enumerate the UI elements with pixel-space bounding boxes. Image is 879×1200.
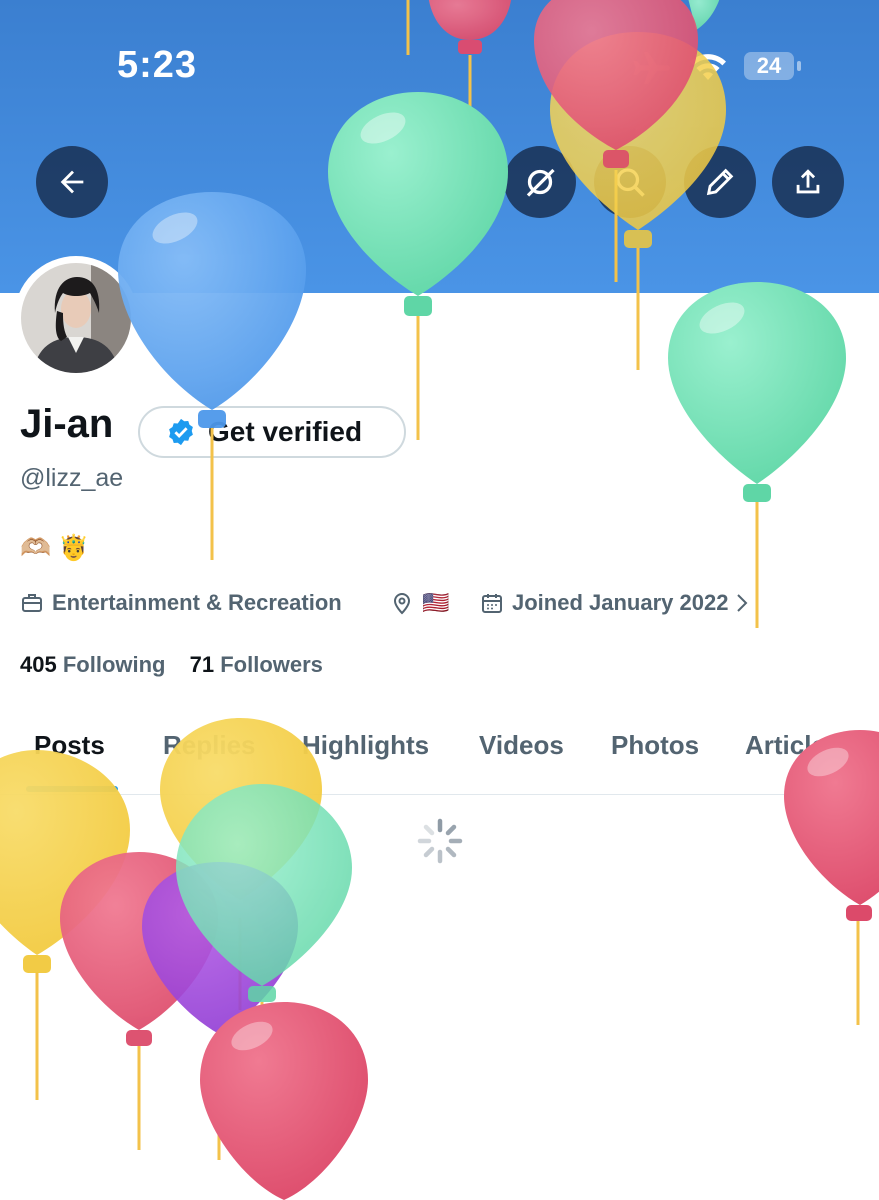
tab-photos[interactable]: Photos — [611, 730, 699, 761]
wifi-icon — [690, 54, 726, 80]
profile-bio: 🫶🏼 🤴 — [20, 534, 90, 562]
loading-spinner-icon — [417, 818, 463, 864]
airplane-icon — [633, 52, 670, 84]
back-button[interactable] — [36, 146, 108, 218]
share-icon — [796, 169, 820, 194]
profile-location: 🇺🇸 — [390, 588, 449, 618]
followers-link[interactable]: 71 Followers — [190, 652, 323, 677]
following-link[interactable]: 405 Following — [20, 652, 166, 677]
briefcase-icon — [22, 594, 42, 612]
location-label: 🇺🇸 — [422, 590, 450, 615]
battery-indicator: 24 — [744, 52, 794, 80]
chevron-right-icon — [737, 594, 748, 612]
profile-tabs: Posts Replies Highlights Videos Photos A… — [0, 722, 879, 795]
status-icons: 24 — [632, 48, 812, 88]
edit-icon — [706, 168, 734, 196]
get-verified-button[interactable]: Get verified — [138, 406, 406, 458]
calendar-icon — [482, 594, 502, 613]
profile-category: Entertainment & Recreation — [20, 588, 342, 618]
avatar-photo — [21, 263, 131, 373]
profile-handle: @lizz_ae — [20, 464, 124, 492]
status-time: 5:23 — [117, 44, 198, 86]
following-label: Following — [62, 652, 166, 677]
search-icon — [616, 168, 645, 197]
following-count: 405 — [20, 652, 57, 677]
follow-counts: 405 Following 71 Followers — [20, 652, 323, 678]
grok-icon — [526, 168, 555, 197]
avatar[interactable] — [14, 256, 138, 380]
tab-articles[interactable]: Articles — [745, 730, 840, 761]
share-button[interactable] — [772, 146, 844, 218]
search-button[interactable] — [594, 146, 666, 218]
get-verified-label: Get verified — [208, 416, 363, 447]
verified-badge-icon — [169, 418, 193, 446]
edit-button[interactable] — [684, 146, 756, 218]
active-tab-indicator — [26, 786, 118, 792]
followers-count: 71 — [189, 652, 215, 677]
tab-highlights[interactable]: Highlights — [302, 730, 429, 761]
profile-joined[interactable]: Joined January 2022 — [480, 588, 750, 618]
tab-posts[interactable]: Posts — [34, 730, 105, 761]
grok-button[interactable] — [504, 146, 576, 218]
followers-label: Followers — [220, 652, 323, 677]
profile-name: Ji-an — [20, 402, 114, 446]
back-arrow-icon — [60, 170, 84, 194]
location-icon — [393, 593, 411, 615]
tab-replies[interactable]: Replies — [163, 730, 256, 761]
tab-videos[interactable]: Videos — [479, 730, 564, 761]
category-label: Entertainment & Recreation — [52, 590, 342, 615]
battery-cap — [797, 61, 801, 71]
joined-label: Joined January 2022 — [512, 590, 729, 615]
